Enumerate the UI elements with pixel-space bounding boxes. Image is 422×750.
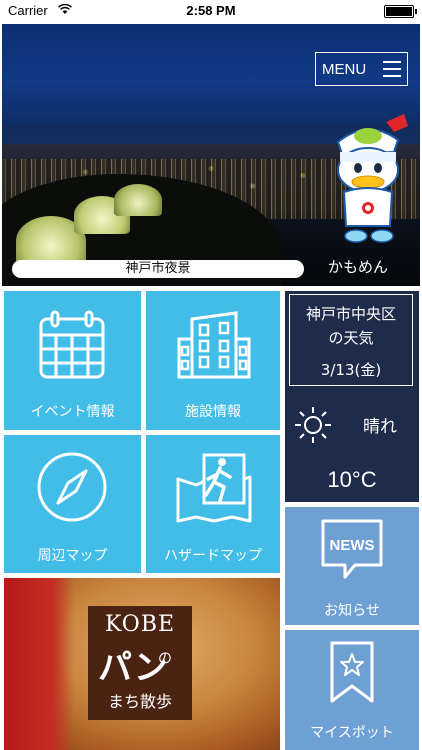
banner-logo-no: の <box>158 651 172 667</box>
facilities-tile[interactable]: 施設情報 <box>146 291 280 430</box>
bookmark-star-icon <box>330 641 374 703</box>
compass-icon <box>37 452 107 522</box>
evacuation-icon <box>176 453 252 523</box>
news-icon-text: NEWS <box>330 537 375 554</box>
battery-icon <box>384 5 417 18</box>
my-spot-label: マイスポット <box>310 725 394 741</box>
kamomen-mascot-image[interactable] <box>324 112 412 252</box>
weather-date: 3/13(金) <box>320 361 382 379</box>
nearby-map-label: 周辺マップ <box>37 548 108 564</box>
calendar-icon <box>39 310 105 379</box>
sun-icon <box>295 407 331 443</box>
banner-red-edge <box>4 578 74 750</box>
menu-button[interactable]: MENU <box>315 52 408 86</box>
greenhouse-dome <box>114 184 162 216</box>
hazard-map-tile[interactable]: ハザードマップ <box>146 435 280 573</box>
banner-logo-kobe: KOBE <box>104 612 176 637</box>
weather-header-box: 神戸市中央区 の天気 3/13(金) <box>289 294 413 386</box>
menu-label: MENU <box>322 61 367 78</box>
building-icon <box>177 311 251 379</box>
kobe-bread-walk-banner[interactable]: KOBE パン の まち散歩 <box>4 578 280 750</box>
weather-area: 神戸市中央区 <box>305 305 396 323</box>
weather-temperature: 10°C <box>327 467 377 492</box>
weather-condition: 晴れ <box>363 417 397 437</box>
weather-area-suffix: の天気 <box>328 329 374 347</box>
status-bar: Carrier 2:58 PM <box>0 0 422 22</box>
banner-logo: KOBE パン の まち散歩 <box>88 606 192 720</box>
hero-image: MENU かもめん 神戸市夜景 <box>2 24 420 286</box>
hazard-map-label: ハザードマップ <box>164 548 262 564</box>
status-time: 2:58 PM <box>186 3 236 18</box>
mascot-name: かもめん <box>328 258 389 276</box>
hamburger-icon <box>383 61 401 77</box>
events-tile[interactable]: イベント情報 <box>4 291 141 430</box>
hero-caption: 神戸市夜景 <box>12 260 304 278</box>
news-tile[interactable]: NEWS お知らせ <box>285 507 419 625</box>
weather-panel[interactable]: 神戸市中央区 の天気 3/13(金) 晴れ 10°C <box>285 291 419 502</box>
facilities-label: 施設情報 <box>185 404 241 420</box>
my-spot-tile[interactable]: マイスポット <box>285 630 419 750</box>
nearby-map-tile[interactable]: 周辺マップ <box>4 435 141 573</box>
news-icon: NEWS <box>321 519 383 579</box>
events-label: イベント情報 <box>30 404 115 420</box>
news-label: お知らせ <box>324 603 380 619</box>
banner-logo-walk: まち散歩 <box>107 692 172 711</box>
